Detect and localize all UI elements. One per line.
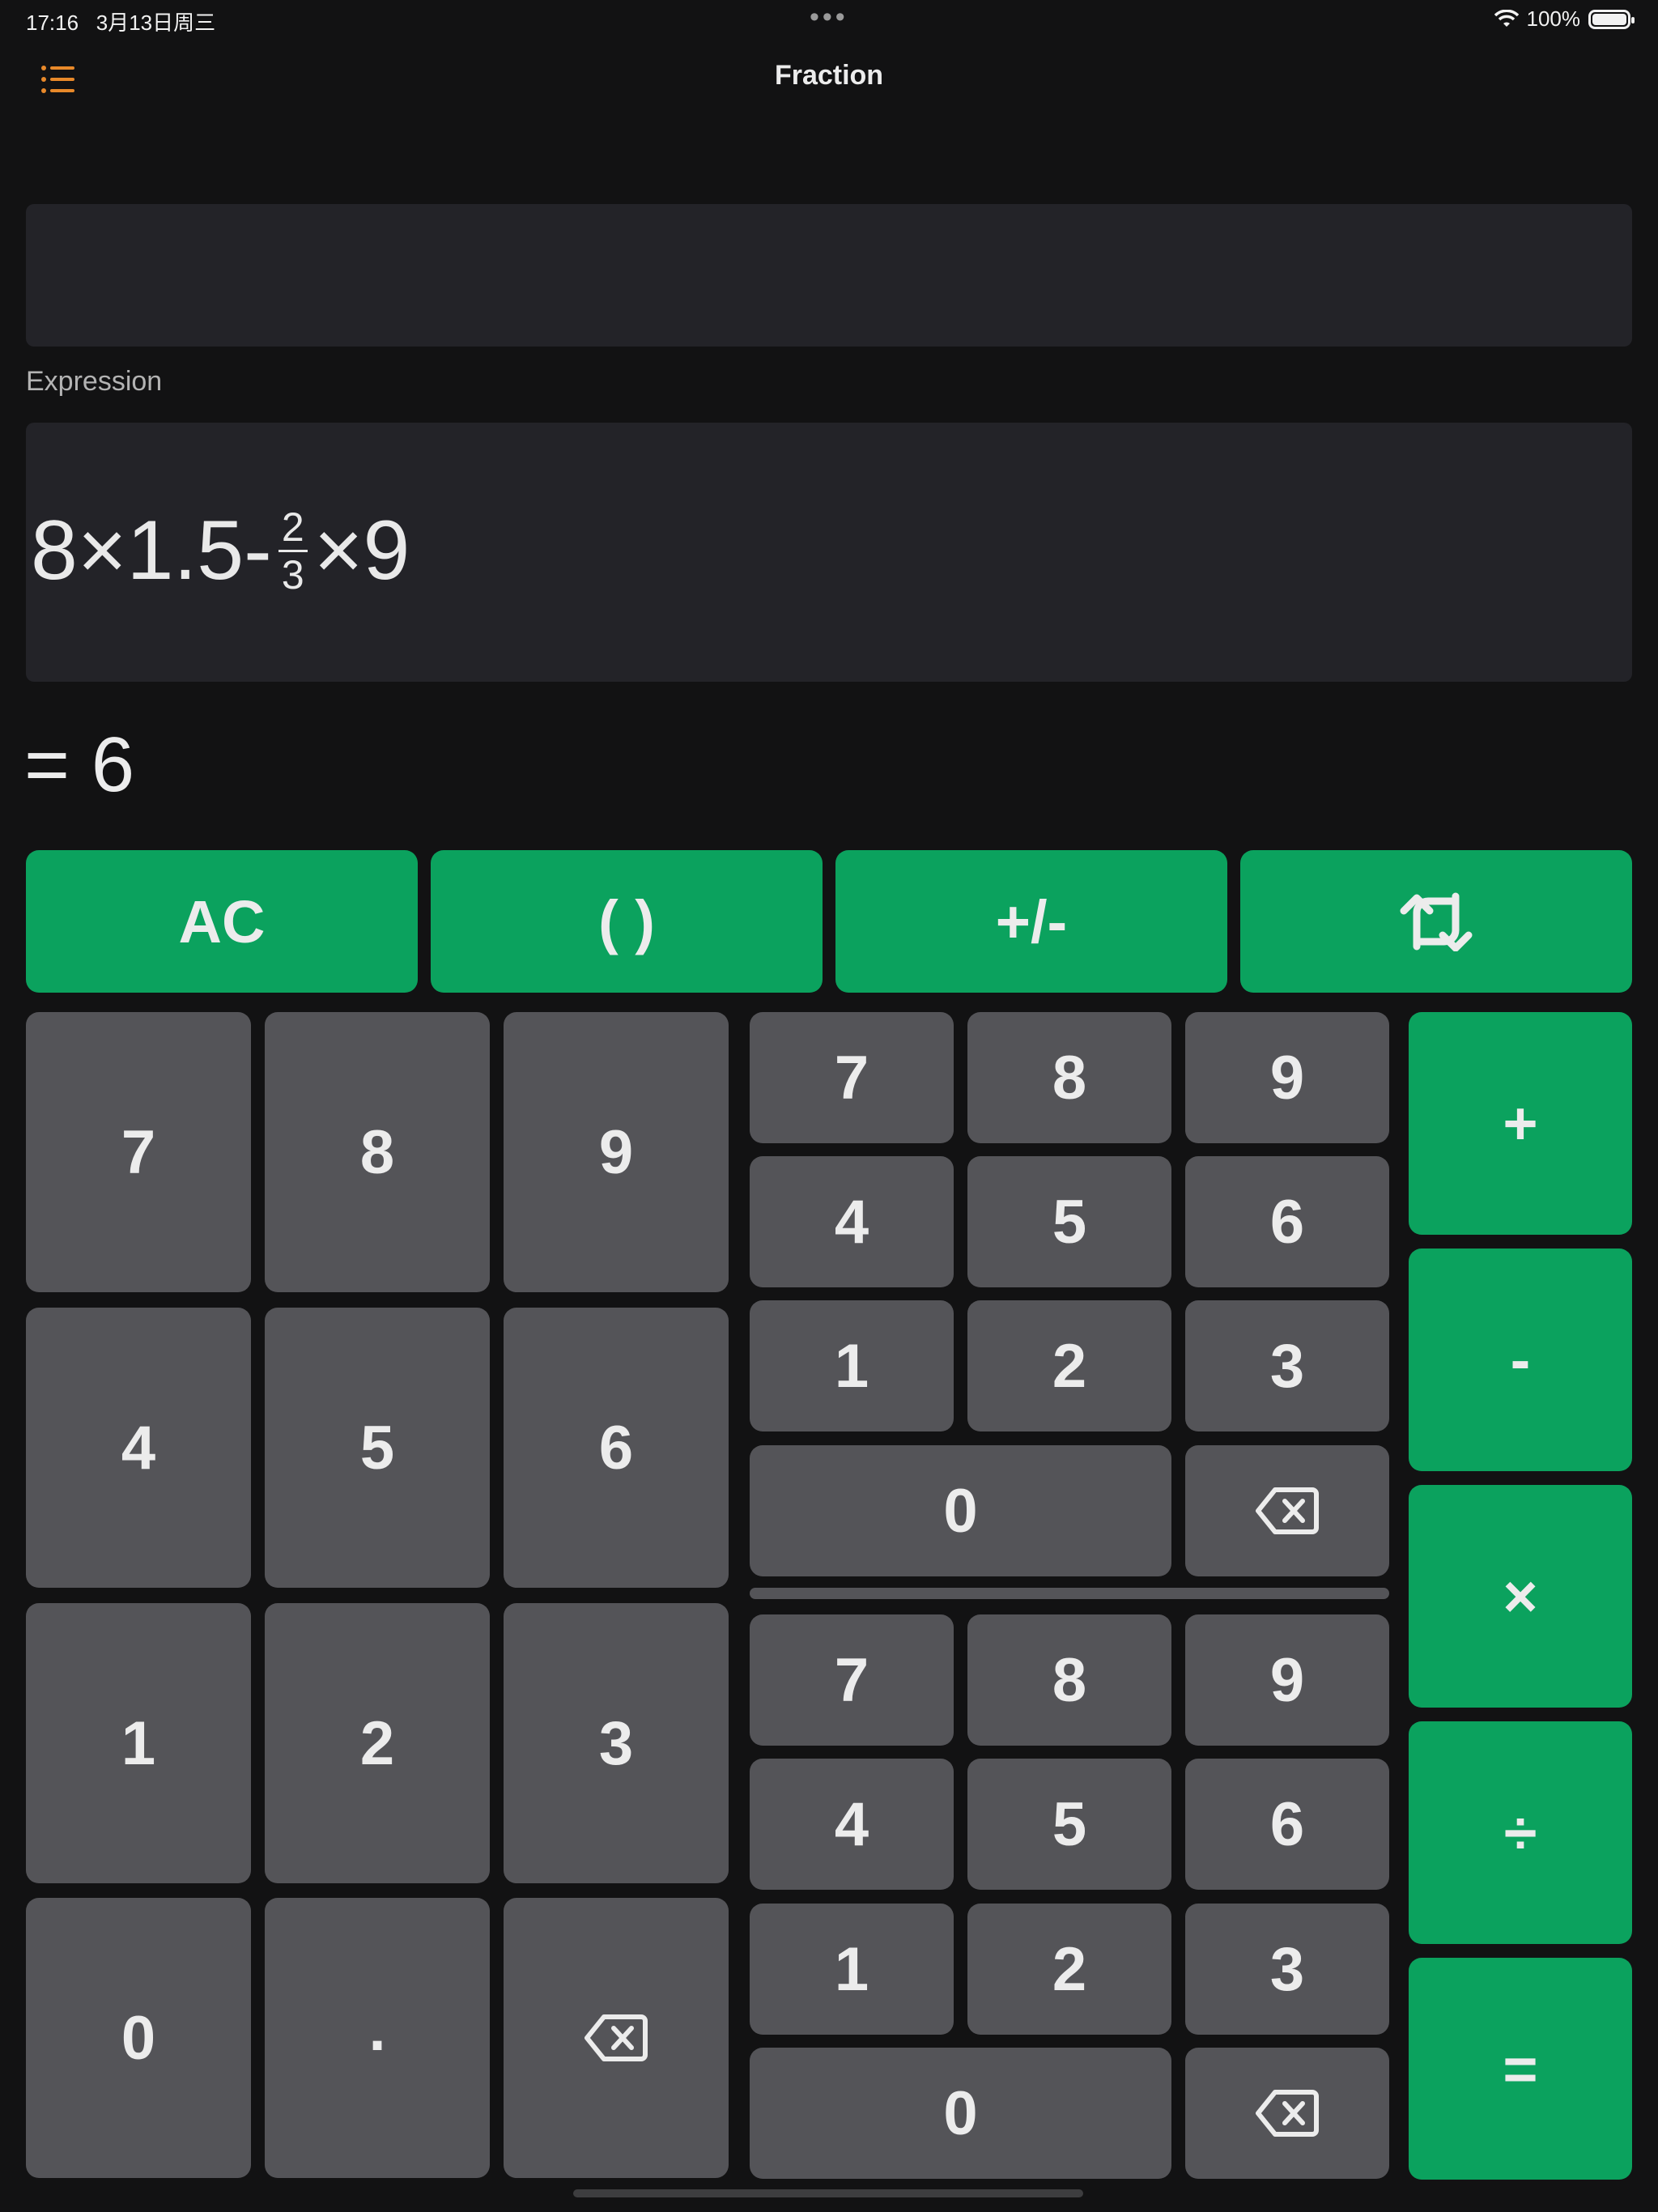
key-5[interactable]: 5 bbox=[265, 1308, 490, 1588]
upper-key-7[interactable]: 7 bbox=[750, 1012, 954, 1143]
upper-key-4[interactable]: 4 bbox=[750, 1156, 954, 1287]
upper-key-5[interactable]: 5 bbox=[967, 1156, 1171, 1287]
lower-key-9[interactable]: 9 bbox=[1185, 1614, 1389, 1746]
lower-key-0[interactable]: 0 bbox=[750, 2048, 1171, 2179]
backspace-icon bbox=[1256, 2090, 1319, 2137]
key-6[interactable]: 6 bbox=[504, 1308, 729, 1588]
status-right: 100% bbox=[1494, 6, 1635, 32]
fraction-denominator: 3 bbox=[281, 551, 304, 598]
key-4[interactable]: 4 bbox=[26, 1308, 251, 1588]
lower-key-1[interactable]: 1 bbox=[750, 1904, 954, 2035]
fraction: 2 3 bbox=[278, 506, 308, 596]
add-button[interactable]: + bbox=[1409, 1012, 1632, 1235]
upper-key-9[interactable]: 9 bbox=[1185, 1012, 1389, 1143]
lower-key-6[interactable]: 6 bbox=[1185, 1759, 1389, 1890]
subtract-button[interactable]: - bbox=[1409, 1249, 1632, 1471]
wifi-icon bbox=[1494, 9, 1519, 27]
backspace-icon bbox=[1256, 1487, 1319, 1534]
decimal-point-button[interactable]: . bbox=[265, 1898, 490, 2178]
upper-key-2[interactable]: 2 bbox=[967, 1300, 1171, 1431]
divide-button[interactable]: ÷ bbox=[1409, 1721, 1632, 1944]
swap-icon bbox=[1400, 892, 1473, 951]
key-2[interactable]: 2 bbox=[265, 1603, 490, 1883]
upper-key-1[interactable]: 1 bbox=[750, 1300, 954, 1431]
key-0[interactable]: 0 bbox=[26, 1898, 251, 2178]
page-title: Fraction bbox=[774, 60, 884, 91]
equals-button[interactable]: = bbox=[1409, 1958, 1632, 2180]
multitasking-dots-icon[interactable]: ••• bbox=[810, 2, 848, 33]
backspace-button[interactable] bbox=[504, 1898, 729, 2178]
status-bar: 17:16 3月13日周三 ••• 100% bbox=[0, 0, 1658, 39]
expression-part2: ×9 bbox=[313, 503, 410, 598]
key-8[interactable]: 8 bbox=[265, 1012, 490, 1292]
backspace-icon bbox=[585, 2014, 648, 2061]
lower-key-8[interactable]: 8 bbox=[967, 1614, 1171, 1746]
upper-backspace-button[interactable] bbox=[1185, 1445, 1389, 1576]
upper-key-0[interactable]: 0 bbox=[750, 1445, 1171, 1576]
key-1[interactable]: 1 bbox=[26, 1603, 251, 1883]
lower-key-2[interactable]: 2 bbox=[967, 1904, 1171, 2035]
fraction-divider bbox=[750, 1588, 1389, 1599]
result-display: = 6 bbox=[24, 721, 135, 808]
lower-key-7[interactable]: 7 bbox=[750, 1614, 954, 1746]
parentheses-button[interactable]: ( ) bbox=[431, 850, 823, 993]
status-time: 17:16 3月13日周三 bbox=[26, 11, 216, 35]
home-indicator[interactable] bbox=[573, 2189, 1083, 2197]
lower-key-3[interactable]: 3 bbox=[1185, 1904, 1389, 2035]
expression-part1: 8×1.5- bbox=[31, 503, 272, 598]
key-9[interactable]: 9 bbox=[504, 1012, 729, 1292]
fraction-numerator: 2 bbox=[281, 504, 304, 550]
lower-backspace-button[interactable] bbox=[1185, 2048, 1389, 2179]
key-7[interactable]: 7 bbox=[26, 1012, 251, 1292]
battery-icon bbox=[1588, 9, 1635, 29]
key-3[interactable]: 3 bbox=[504, 1603, 729, 1883]
expression-label: Expression bbox=[26, 366, 163, 397]
upper-key-8[interactable]: 8 bbox=[967, 1012, 1171, 1143]
swap-button[interactable] bbox=[1240, 850, 1632, 993]
battery-percent: 100% bbox=[1526, 6, 1581, 31]
expression-display: 8×1.5- 2 3 ×9 bbox=[31, 474, 410, 627]
clear-button[interactable]: AC bbox=[26, 850, 418, 993]
sign-toggle-button[interactable]: +/- bbox=[835, 850, 1227, 993]
input-field[interactable] bbox=[26, 204, 1632, 347]
upper-key-6[interactable]: 6 bbox=[1185, 1156, 1389, 1287]
lower-key-5[interactable]: 5 bbox=[967, 1759, 1171, 1890]
multiply-button[interactable]: × bbox=[1409, 1485, 1632, 1708]
lower-key-4[interactable]: 4 bbox=[750, 1759, 954, 1890]
upper-key-3[interactable]: 3 bbox=[1185, 1300, 1389, 1431]
